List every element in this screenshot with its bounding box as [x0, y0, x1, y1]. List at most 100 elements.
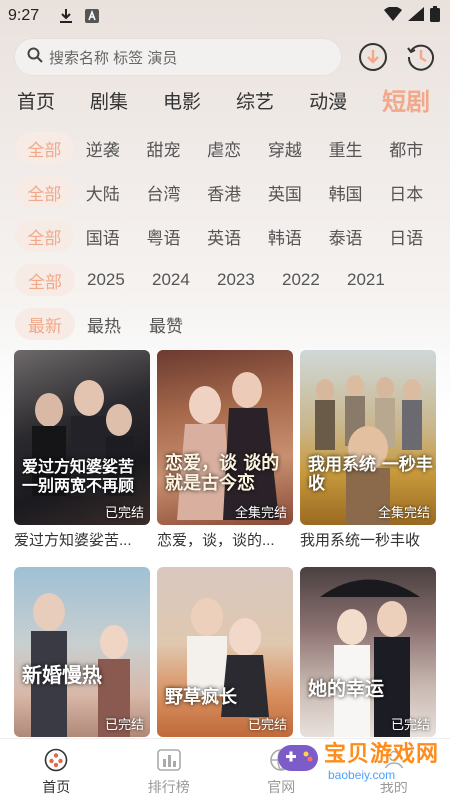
filter-year-all[interactable]: 全部	[15, 264, 75, 296]
drama-card[interactable]: 恋爱，谈 谈的就是古今恋 全集完结 恋爱，谈，谈的...	[157, 350, 293, 550]
poster-image[interactable]: 她的幸运 已完结	[300, 567, 436, 737]
filter-year-option[interactable]: 2021	[347, 264, 412, 296]
poster-art-title: 恋爱，谈 谈的就是古今恋	[165, 452, 280, 495]
status-bar: 9:27	[0, 0, 450, 32]
poster-figures	[31, 593, 130, 737]
poster-art-title: 新婚慢热	[22, 663, 102, 687]
signal-icon	[408, 7, 424, 25]
filter-year-option[interactable]: 2022	[282, 264, 347, 296]
filter-region-row: 全部 大陆 台湾 香港 英国 韩国 日本	[0, 170, 450, 214]
filter-year-row: 全部 2025 2024 2023 2022 2021	[0, 258, 450, 302]
drama-card[interactable]: 新婚慢热 已完结	[14, 567, 150, 741]
filter-genre-option[interactable]: 甜宠	[146, 132, 207, 164]
filter-region-all[interactable]: 全部	[15, 176, 74, 208]
home-icon	[44, 747, 68, 773]
poster-art-title: 爱过方知婆娑苦 一别两宽不再顾	[22, 457, 135, 495]
search-icon	[27, 47, 43, 67]
drama-title: 爱过方知婆娑苦...	[14, 532, 132, 549]
poster-figures	[32, 380, 134, 496]
download-circle-icon	[359, 43, 387, 71]
filter-year-option[interactable]: 2023	[217, 264, 282, 296]
completion-badge: 全集完结	[234, 505, 287, 520]
watermark-url: baobeiy.com	[324, 768, 440, 782]
history-button[interactable]	[405, 41, 437, 73]
completion-badge: 已完结	[247, 717, 287, 732]
filter-genre-option[interactable]: 都市	[389, 132, 450, 164]
poster-image[interactable]: 野草疯长 已完结	[157, 567, 293, 737]
filter-language-all[interactable]: 全部	[15, 220, 74, 252]
nav-home-label: 首页	[42, 779, 71, 795]
filter-language-option[interactable]: 日语	[389, 220, 450, 252]
drama-card[interactable]: 我用系统 一秒丰收 全集完结 我用系统一秒丰收	[300, 350, 436, 550]
filter-region-option[interactable]: 日本	[389, 176, 450, 208]
history-clock-icon	[407, 44, 434, 71]
search-placeholder: 搜索名称 标签 演员	[49, 49, 178, 67]
status-time: 9:27	[8, 7, 40, 24]
filter-genre-all[interactable]: 全部	[15, 132, 74, 164]
download-manager-button[interactable]	[357, 41, 389, 73]
filter-language-option[interactable]: 英语	[207, 220, 268, 252]
search-row: 搜索名称 标签 演员	[0, 32, 450, 78]
watermark-title: 宝贝游戏网	[324, 742, 440, 767]
search-input[interactable]: 搜索名称 标签 演员	[15, 39, 341, 75]
sort-hottest[interactable]: 最热	[87, 308, 149, 340]
site-watermark: 宝贝游戏网 baobeiy.com	[276, 734, 444, 784]
poster-figures	[177, 372, 279, 520]
poster-figures	[315, 375, 422, 525]
filter-language-row: 全部 国语 粤语 英语 韩语 泰语 日语	[0, 214, 450, 258]
filter-region-option[interactable]: 台湾	[146, 176, 207, 208]
sort-most-liked[interactable]: 最赞	[149, 308, 211, 340]
completion-badge: 已完结	[390, 717, 430, 732]
poster-art-title: 野草疯长	[165, 687, 237, 709]
poster-figures	[187, 598, 269, 717]
filter-genre-option[interactable]: 穿越	[268, 132, 329, 164]
app-notification-icon	[85, 9, 100, 23]
filter-genre-option[interactable]: 虐恋	[207, 132, 268, 164]
completion-badge: 已完结	[104, 717, 144, 732]
gamepad-logo-icon	[276, 737, 320, 781]
filter-genre-row: 全部 逆袭 甜宠 虐恋 穿越 重生 都市	[0, 126, 450, 170]
filter-region-option[interactable]: 韩国	[329, 176, 390, 208]
tab-home[interactable]: 首页	[17, 87, 55, 122]
ranking-icon	[156, 747, 181, 773]
filter-year-option[interactable]: 2024	[152, 264, 217, 296]
drama-card[interactable]: 爱过方知婆娑苦 一别两宽不再顾 已完结 爱过方知婆娑苦...	[14, 350, 150, 550]
wifi-icon	[384, 6, 402, 25]
filter-language-option[interactable]: 韩语	[268, 220, 329, 252]
poster-art-title: 她的幸运	[308, 678, 385, 701]
download-icon	[59, 8, 73, 24]
poster-art-title: 我用系统 一秒丰收	[308, 454, 433, 495]
completion-badge: 全集完结	[377, 505, 430, 520]
poster-image[interactable]: 新婚慢热 已完结	[14, 567, 150, 737]
nav-home[interactable]: 首页	[0, 739, 113, 800]
filter-genre-option[interactable]: 逆袭	[86, 132, 147, 164]
filter-region-option[interactable]: 香港	[207, 176, 268, 208]
poster-image[interactable]: 恋爱，谈 谈的就是古今恋 全集完结	[157, 350, 293, 525]
filter-language-option[interactable]: 国语	[86, 220, 147, 252]
sort-latest[interactable]: 最新	[15, 308, 75, 340]
completion-badge: 已完结	[104, 505, 144, 520]
poster-image[interactable]: 我用系统 一秒丰收 全集完结	[300, 350, 436, 525]
category-tabs: 首页 剧集 电影 综艺 动漫 短剧	[0, 78, 450, 122]
filter-language-option[interactable]: 泰语	[329, 220, 390, 252]
tab-movies[interactable]: 电影	[163, 87, 201, 122]
drama-title: 我用系统一秒丰收	[300, 532, 421, 549]
nav-ranking-label: 排行榜	[147, 779, 190, 795]
filter-genre-option[interactable]: 重生	[329, 132, 390, 164]
filter-year-option[interactable]: 2025	[87, 264, 152, 296]
drama-card[interactable]: 野草疯长 已完结	[157, 567, 293, 741]
poster-image[interactable]: 爱过方知婆娑苦 一别两宽不再顾 已完结	[14, 350, 150, 525]
filter-language-option[interactable]: 粤语	[146, 220, 207, 252]
tab-variety[interactable]: 综艺	[236, 87, 274, 122]
drama-card[interactable]: 她的幸运 已完结	[300, 567, 436, 741]
drama-title: 恋爱，谈，谈的...	[157, 532, 275, 549]
tab-anime[interactable]: 动漫	[309, 87, 347, 122]
filter-region-option[interactable]: 大陆	[86, 176, 147, 208]
tab-short-drama[interactable]: 短剧	[382, 82, 430, 122]
nav-ranking[interactable]: 排行榜	[113, 739, 226, 800]
poster-figures	[320, 579, 420, 737]
battery-icon	[430, 6, 440, 26]
filter-region-option[interactable]: 英国	[268, 176, 329, 208]
tab-series[interactable]: 剧集	[90, 87, 128, 122]
filter-sort-row: 最新 最热 最赞	[0, 302, 450, 346]
